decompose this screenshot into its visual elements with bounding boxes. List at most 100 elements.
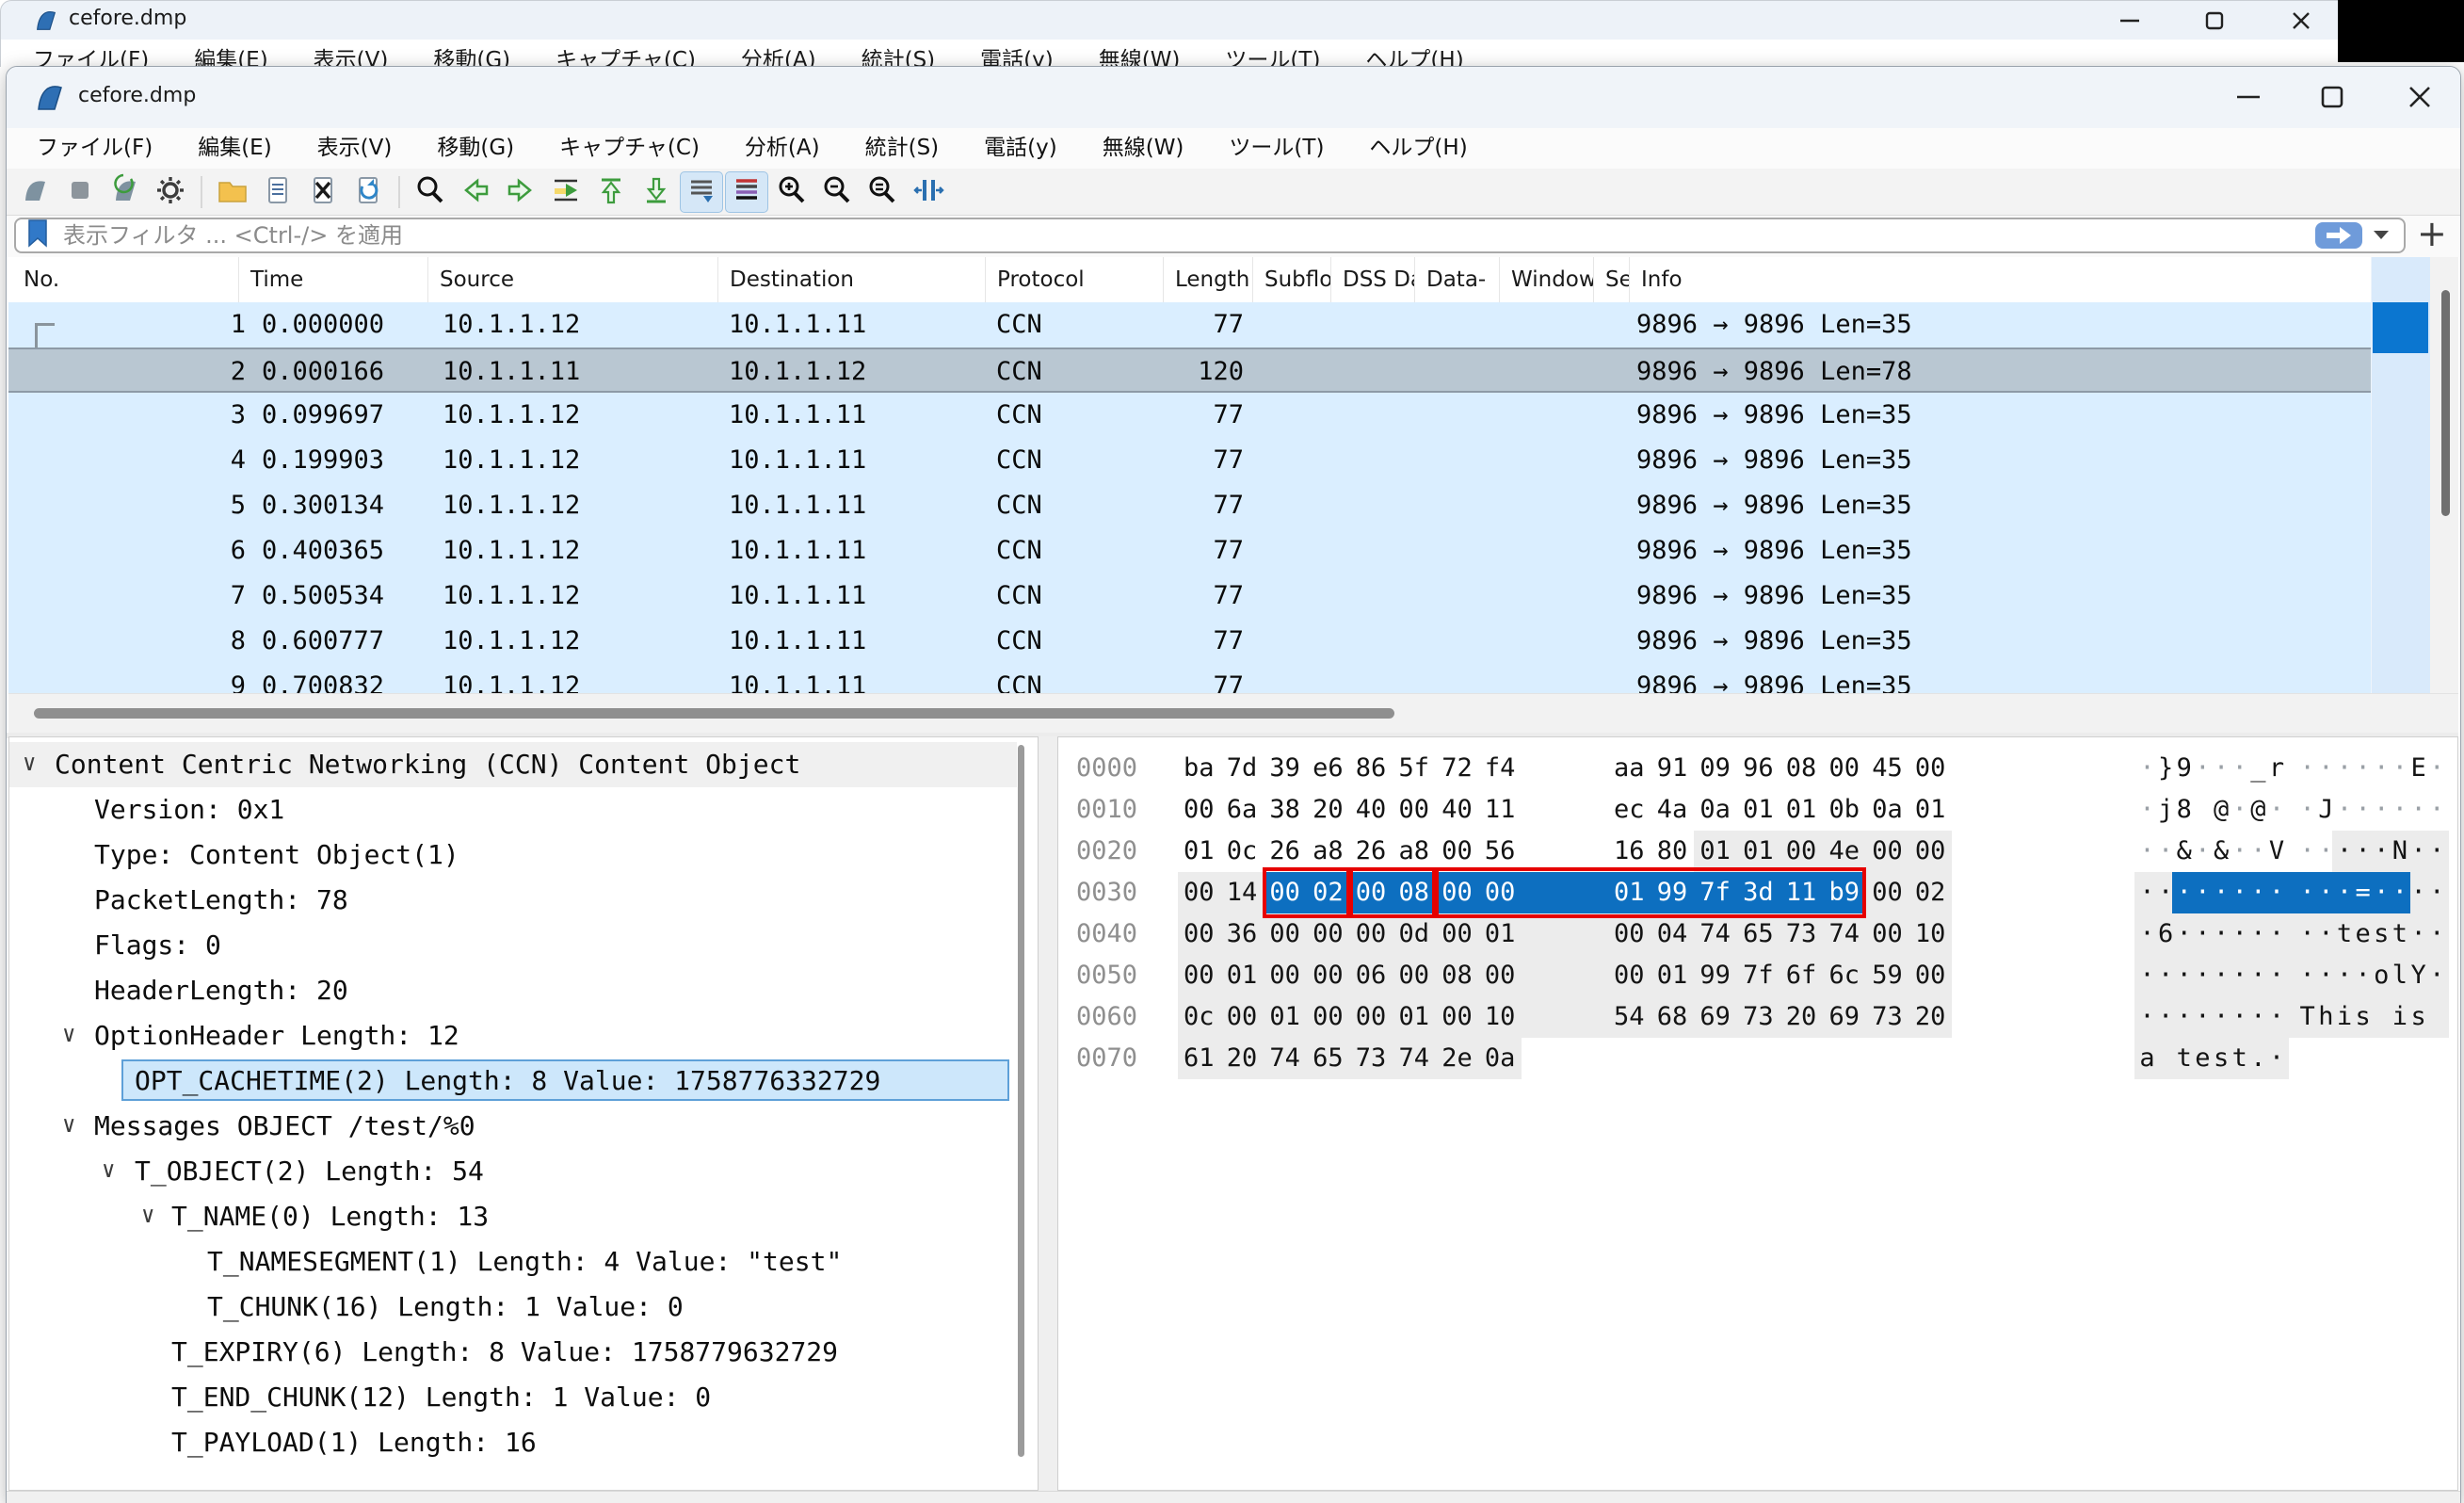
hex-byte[interactable]: 00 (1915, 831, 1949, 872)
background-minimize-button[interactable] (2116, 7, 2144, 35)
ascii-char[interactable]: · (2230, 748, 2249, 789)
hex-byte[interactable]: ec (1614, 789, 1648, 831)
hex-byte[interactable]: 01 (1227, 955, 1261, 996)
hex-byte[interactable]: 4e (1829, 831, 1863, 872)
capture-options-button[interactable] (149, 171, 192, 213)
ascii-char[interactable]: · (2427, 789, 2447, 831)
chevron-down-icon[interactable]: ∨ (102, 1147, 115, 1192)
hex-byte[interactable]: 00 (1184, 789, 1217, 831)
hex-byte[interactable]: 6f (1786, 955, 1820, 996)
ascii-char[interactable]: · (2316, 913, 2336, 955)
ascii-char[interactable]: · (2212, 996, 2231, 1038)
column-header-no-[interactable]: No. (10, 257, 238, 302)
ascii-char[interactable] (2372, 996, 2392, 1038)
hex-byte[interactable]: 00 (1313, 996, 1346, 1038)
auto-scroll-button[interactable] (680, 171, 723, 213)
hex-byte[interactable]: 38 (1269, 789, 1303, 831)
go-first-button[interactable] (589, 171, 633, 213)
ascii-char[interactable]: · (2230, 955, 2249, 996)
column-header-info[interactable]: Info (1629, 257, 2371, 302)
ascii-char[interactable] (2427, 996, 2447, 1038)
hex-byte[interactable]: 74 (1699, 913, 1733, 955)
ascii-char[interactable]: · (2297, 789, 2317, 831)
ascii-char[interactable]: · (2174, 872, 2194, 913)
hex-byte[interactable]: e6 (1313, 748, 1346, 789)
hex-byte[interactable]: 26 (1269, 831, 1303, 872)
hex-byte[interactable]: 00 (1485, 955, 1519, 996)
resize-columns-button[interactable] (906, 171, 949, 213)
ascii-char[interactable]: · (2390, 748, 2409, 789)
ascii-char[interactable]: · (2230, 789, 2249, 831)
column-header-dss-da[interactable]: DSS Da (1330, 257, 1414, 302)
hex-byte[interactable]: 00 (1184, 872, 1217, 913)
hex-byte[interactable]: 7d (1227, 748, 1261, 789)
go-back-button[interactable] (454, 171, 497, 213)
ascii-char[interactable]: · (2297, 831, 2317, 872)
hex-byte[interactable]: aa (1614, 748, 1648, 789)
ascii-char[interactable]: · (2248, 955, 2268, 996)
ascii-char[interactable] (2156, 1038, 2176, 1079)
ascii-char[interactable]: · (2212, 748, 2231, 789)
hex-byte[interactable]: 2e (1441, 1038, 1475, 1079)
menu-item[interactable]: ファイル(F) (14, 128, 175, 169)
start-capture-button[interactable] (13, 171, 56, 213)
hex-byte[interactable]: 01 (1743, 789, 1777, 831)
background-maximize-button[interactable] (2200, 7, 2229, 35)
zoom-out-button[interactable] (815, 171, 859, 213)
ascii-char[interactable]: J (2316, 789, 2336, 831)
ascii-char[interactable]: & (2212, 831, 2231, 872)
background-menu-item[interactable]: 統計(S) (839, 48, 958, 67)
ascii-char[interactable]: V (2267, 831, 2287, 872)
detail-tree-line[interactable]: Flags: 0 (9, 923, 1017, 968)
hex-byte[interactable]: 4a (1657, 789, 1691, 831)
ascii-char[interactable]: t (2335, 913, 2355, 955)
hex-byte[interactable]: 54 (1614, 996, 1648, 1038)
hex-byte[interactable]: 0a (1872, 789, 1906, 831)
hex-byte[interactable]: 00 (1872, 831, 1906, 872)
menu-item[interactable]: ヘルプ(H) (1346, 128, 1490, 169)
ascii-char[interactable]: · (2267, 913, 2287, 955)
ascii-char[interactable]: · (2156, 872, 2176, 913)
detail-tree-line[interactable]: T_CHUNK(16) Length: 1 Value: 0 (9, 1285, 1017, 1330)
open-file-button[interactable] (211, 171, 254, 213)
hex-byte[interactable]: 00 (1313, 955, 1346, 996)
hex-byte[interactable]: 91 (1657, 748, 1691, 789)
detail-tree-line[interactable]: ∨T_OBJECT(2) Length: 54 (9, 1149, 1017, 1194)
packet-row-8[interactable]: 80.60077710.1.1.1210.1.1.11CCN779896 → 9… (8, 619, 2371, 664)
ascii-char[interactable]: · (2353, 748, 2373, 789)
column-header-protocol[interactable]: Protocol (985, 257, 1163, 302)
find-packet-button[interactable] (409, 171, 452, 213)
chevron-down-icon[interactable]: ∨ (23, 740, 36, 785)
ascii-char[interactable]: · (2212, 955, 2231, 996)
hex-byte[interactable]: 00 (1872, 872, 1906, 913)
ascii-char[interactable]: · (2335, 872, 2355, 913)
ascii-char[interactable]: 6 (2156, 913, 2176, 955)
ascii-char[interactable]: · (2408, 872, 2428, 913)
hex-byte[interactable]: 20 (1786, 996, 1820, 1038)
hex-byte[interactable]: 00 (1313, 913, 1346, 955)
apply-filter-button[interactable] (2315, 222, 2362, 249)
detail-tree-line[interactable]: OPT_CACHETIME(2) Length: 8 Value: 175877… (9, 1059, 1017, 1104)
hex-byte[interactable]: 16 (1614, 831, 1648, 872)
hex-byte[interactable]: 0c (1184, 996, 1217, 1038)
packet-row-5[interactable]: 50.30013410.1.1.1210.1.1.11CCN779896 → 9… (8, 483, 2371, 528)
hex-byte[interactable]: 0c (1227, 831, 1261, 872)
hex-byte[interactable]: 69 (1699, 996, 1733, 1038)
hex-byte[interactable]: 00 (1227, 996, 1261, 1038)
ascii-char[interactable]: · (2427, 872, 2447, 913)
hex-byte[interactable]: a8 (1399, 831, 1433, 872)
hex-byte[interactable]: 0a (1699, 789, 1733, 831)
hex-byte[interactable]: 0b (1829, 789, 1863, 831)
hex-byte[interactable]: 74 (1269, 1038, 1303, 1079)
hex-byte[interactable]: 56 (1485, 831, 1519, 872)
background-menu-item[interactable]: 分析(A) (718, 48, 839, 67)
background-menu-item[interactable]: 編集(E) (171, 48, 290, 67)
zoom-reset-button[interactable] (861, 171, 904, 213)
packet-row-2[interactable]: 20.00016610.1.1.1110.1.1.12CCN1209896 → … (8, 347, 2371, 393)
detail-tree-line[interactable]: ∨Messages OBJECT /test/%0 (9, 1104, 1017, 1149)
ascii-char[interactable]: · (2267, 789, 2287, 831)
ascii-char[interactable]: · (2267, 955, 2287, 996)
ascii-char[interactable]: T (2297, 996, 2317, 1038)
maximize-button[interactable] (2318, 83, 2346, 111)
bookmark-icon[interactable] (25, 218, 50, 252)
